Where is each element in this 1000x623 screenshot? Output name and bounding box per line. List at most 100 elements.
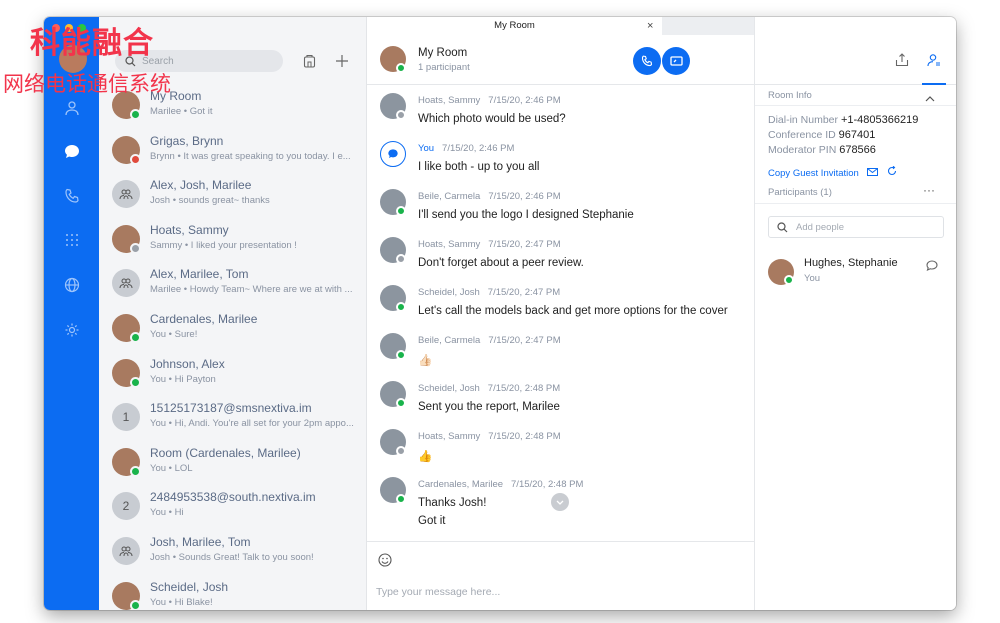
message-time: 7/15/20, 2:47 PM [488, 335, 561, 346]
message-sender: Scheidel, Josh [418, 287, 480, 298]
group-icon [119, 189, 133, 200]
new-conversation-button[interactable] [332, 51, 352, 71]
chevron-up-icon [925, 96, 935, 102]
tab-my-room[interactable]: My Room [367, 17, 662, 35]
refresh-icon[interactable] [887, 165, 897, 176]
message-text: Don't forget about a peer review. [418, 257, 584, 269]
online-status-icon [130, 465, 141, 477]
building-icon [303, 54, 315, 68]
chat-header: My Room 1 participant [367, 35, 754, 85]
conversation-item[interactable]: 1 15125173187@smsnextiva.im You • Hi, Andi… [99, 397, 367, 441]
offline-status-icon [396, 446, 406, 456]
scroll-down-button[interactable] [551, 493, 569, 511]
conversation-preview: You • Hi Payton [150, 373, 216, 385]
emoji-button[interactable] [378, 553, 392, 572]
conversation-item[interactable]: 2 2484953538@south.nextiva.im You • Hi [99, 486, 367, 530]
screen-share-button[interactable] [662, 47, 690, 75]
offline-status-icon [130, 242, 141, 254]
message-time: 7/15/20, 2:46 PM [488, 191, 561, 202]
chat-pane: My Room × My Room 1 participant Hoats, S… [367, 17, 754, 610]
message-meta: Cardenales, Marilee 7/15/20, 2:48 PM [418, 479, 583, 490]
screen-share-icon [669, 55, 683, 66]
export-button[interactable] [895, 53, 909, 72]
call-button[interactable] [633, 47, 661, 75]
copy-guest-invitation-link[interactable]: Copy Guest Invitation [768, 165, 897, 179]
conversation-item[interactable]: Alex, Marilee, Tom Marilee • Howdy Team~ … [99, 263, 367, 307]
message-meta: Hoats, Sammy 7/15/20, 2:47 PM [418, 239, 561, 250]
conversation-name: Johnson, Alex [150, 356, 225, 371]
chat-icon[interactable] [61, 141, 83, 163]
avatar-initial: 2 [112, 492, 140, 521]
conversation-name: Alex, Josh, Marilee [150, 178, 252, 193]
user-icon[interactable] [61, 97, 83, 119]
conversation-item[interactable]: Alex, Josh, Marilee Josh • sounds great~ … [99, 174, 367, 218]
mail-icon[interactable] [867, 168, 879, 176]
conversation-item[interactable]: Grigas, Brynn Brynn • It was great speaki… [99, 130, 367, 174]
online-status-icon [130, 599, 141, 610]
conversation-name: Cardenales, Marilee [150, 312, 258, 326]
conversation-name: Grigas, Brynn [150, 133, 224, 148]
add-people-input[interactable]: Add people [768, 216, 944, 238]
room-button[interactable] [299, 51, 319, 71]
chat-title: My Room [418, 47, 468, 59]
conversation-preview: You • LOL [150, 462, 193, 474]
globe-icon[interactable] [61, 274, 83, 296]
online-status-icon [396, 494, 406, 504]
conversation-preview: Marilee • Howdy Team~ Where are we at wi… [150, 284, 353, 296]
online-status-icon [130, 376, 141, 388]
message-sender: Beile, Carmela [418, 191, 481, 202]
chat-icon [388, 149, 398, 158]
message-meta: Hoats, Sammy 7/15/20, 2:48 PM [418, 431, 561, 442]
more-options-icon[interactable]: ··· [923, 183, 935, 197]
online-status-icon [396, 63, 406, 73]
message-time: 7/15/20, 2:48 PM [511, 479, 584, 490]
conversation-item[interactable]: Hoats, Sammy Sammy • I liked your present… [99, 219, 367, 263]
message-text: I like both - up to you all [418, 161, 540, 173]
gear-icon[interactable] [61, 319, 83, 341]
message-text: Sent you the report, Marilee [418, 401, 560, 413]
conversation-item[interactable]: Scheidel, Josh You • Hi Blake! [99, 576, 367, 610]
offline-status-icon [396, 254, 406, 264]
app-window: Search My Room Marilee • Got it Grigas, Br… [44, 17, 956, 610]
conversation-name: Room (Cardenales, Marilee) [150, 445, 301, 460]
nav-rail [44, 17, 99, 610]
group-icon [119, 278, 133, 289]
phone-icon[interactable] [61, 185, 83, 207]
conference-id: 967401 [838, 129, 876, 141]
participant-row[interactable]: Hughes, Stephanie You [768, 257, 948, 287]
conversation-item[interactable]: Cardenales, Marilee You • Sure! [99, 308, 367, 352]
message-meta: Beile, Carmela 7/15/20, 2:46 PM [418, 191, 561, 202]
online-status-icon [396, 302, 406, 312]
message-input[interactable]: Type your message here... [376, 586, 500, 598]
group-icon [119, 546, 133, 557]
online-status-icon [396, 398, 406, 408]
info-header [755, 35, 956, 85]
message-sender: Hoats, Sammy [418, 95, 481, 106]
participants-tab[interactable] [922, 47, 946, 85]
conversation-preview: You • Hi, Andi. You're all set for your … [150, 418, 354, 430]
conversation-item[interactable]: Johnson, Alex You • Hi Payton [99, 353, 367, 397]
avatar-initial: 1 [112, 403, 140, 432]
message-sender: Beile, Carmela [418, 335, 481, 346]
share-icon [895, 53, 909, 67]
conversation-item[interactable]: Josh, Marilee, Tom Josh • Sounds Great! T… [99, 531, 367, 575]
room-info-title: Room Info [768, 90, 812, 101]
message-text: Got it [418, 515, 446, 527]
moderator-pin-row: Moderator PIN 678566 [768, 144, 876, 156]
conversation-item[interactable]: Room (Cardenales, Marilee) You • LOL [99, 442, 367, 486]
conversation-preview: Josh • Sounds Great! Talk to you soon! [150, 552, 314, 563]
online-status-icon [130, 109, 141, 120]
message-participant-button[interactable] [926, 259, 938, 277]
message-time: 7/15/20, 2:48 PM [487, 383, 561, 394]
participant-name: Hughes, Stephanie [804, 257, 898, 269]
participant-count: 1 participant [418, 62, 470, 73]
tab-close-icon[interactable]: × [647, 17, 653, 35]
conversation-name: Alex, Marilee, Tom [150, 267, 249, 282]
message-time: 7/15/20, 2:47 PM [488, 239, 561, 250]
message-text: Which photo would be used? [418, 113, 566, 125]
message-composer[interactable]: Type your message here... [367, 541, 754, 610]
smiley-icon [378, 553, 392, 567]
message-meta: Beile, Carmela 7/15/20, 2:47 PM [418, 335, 561, 346]
dialpad-icon[interactable] [61, 229, 83, 251]
group-avatar [112, 269, 140, 298]
